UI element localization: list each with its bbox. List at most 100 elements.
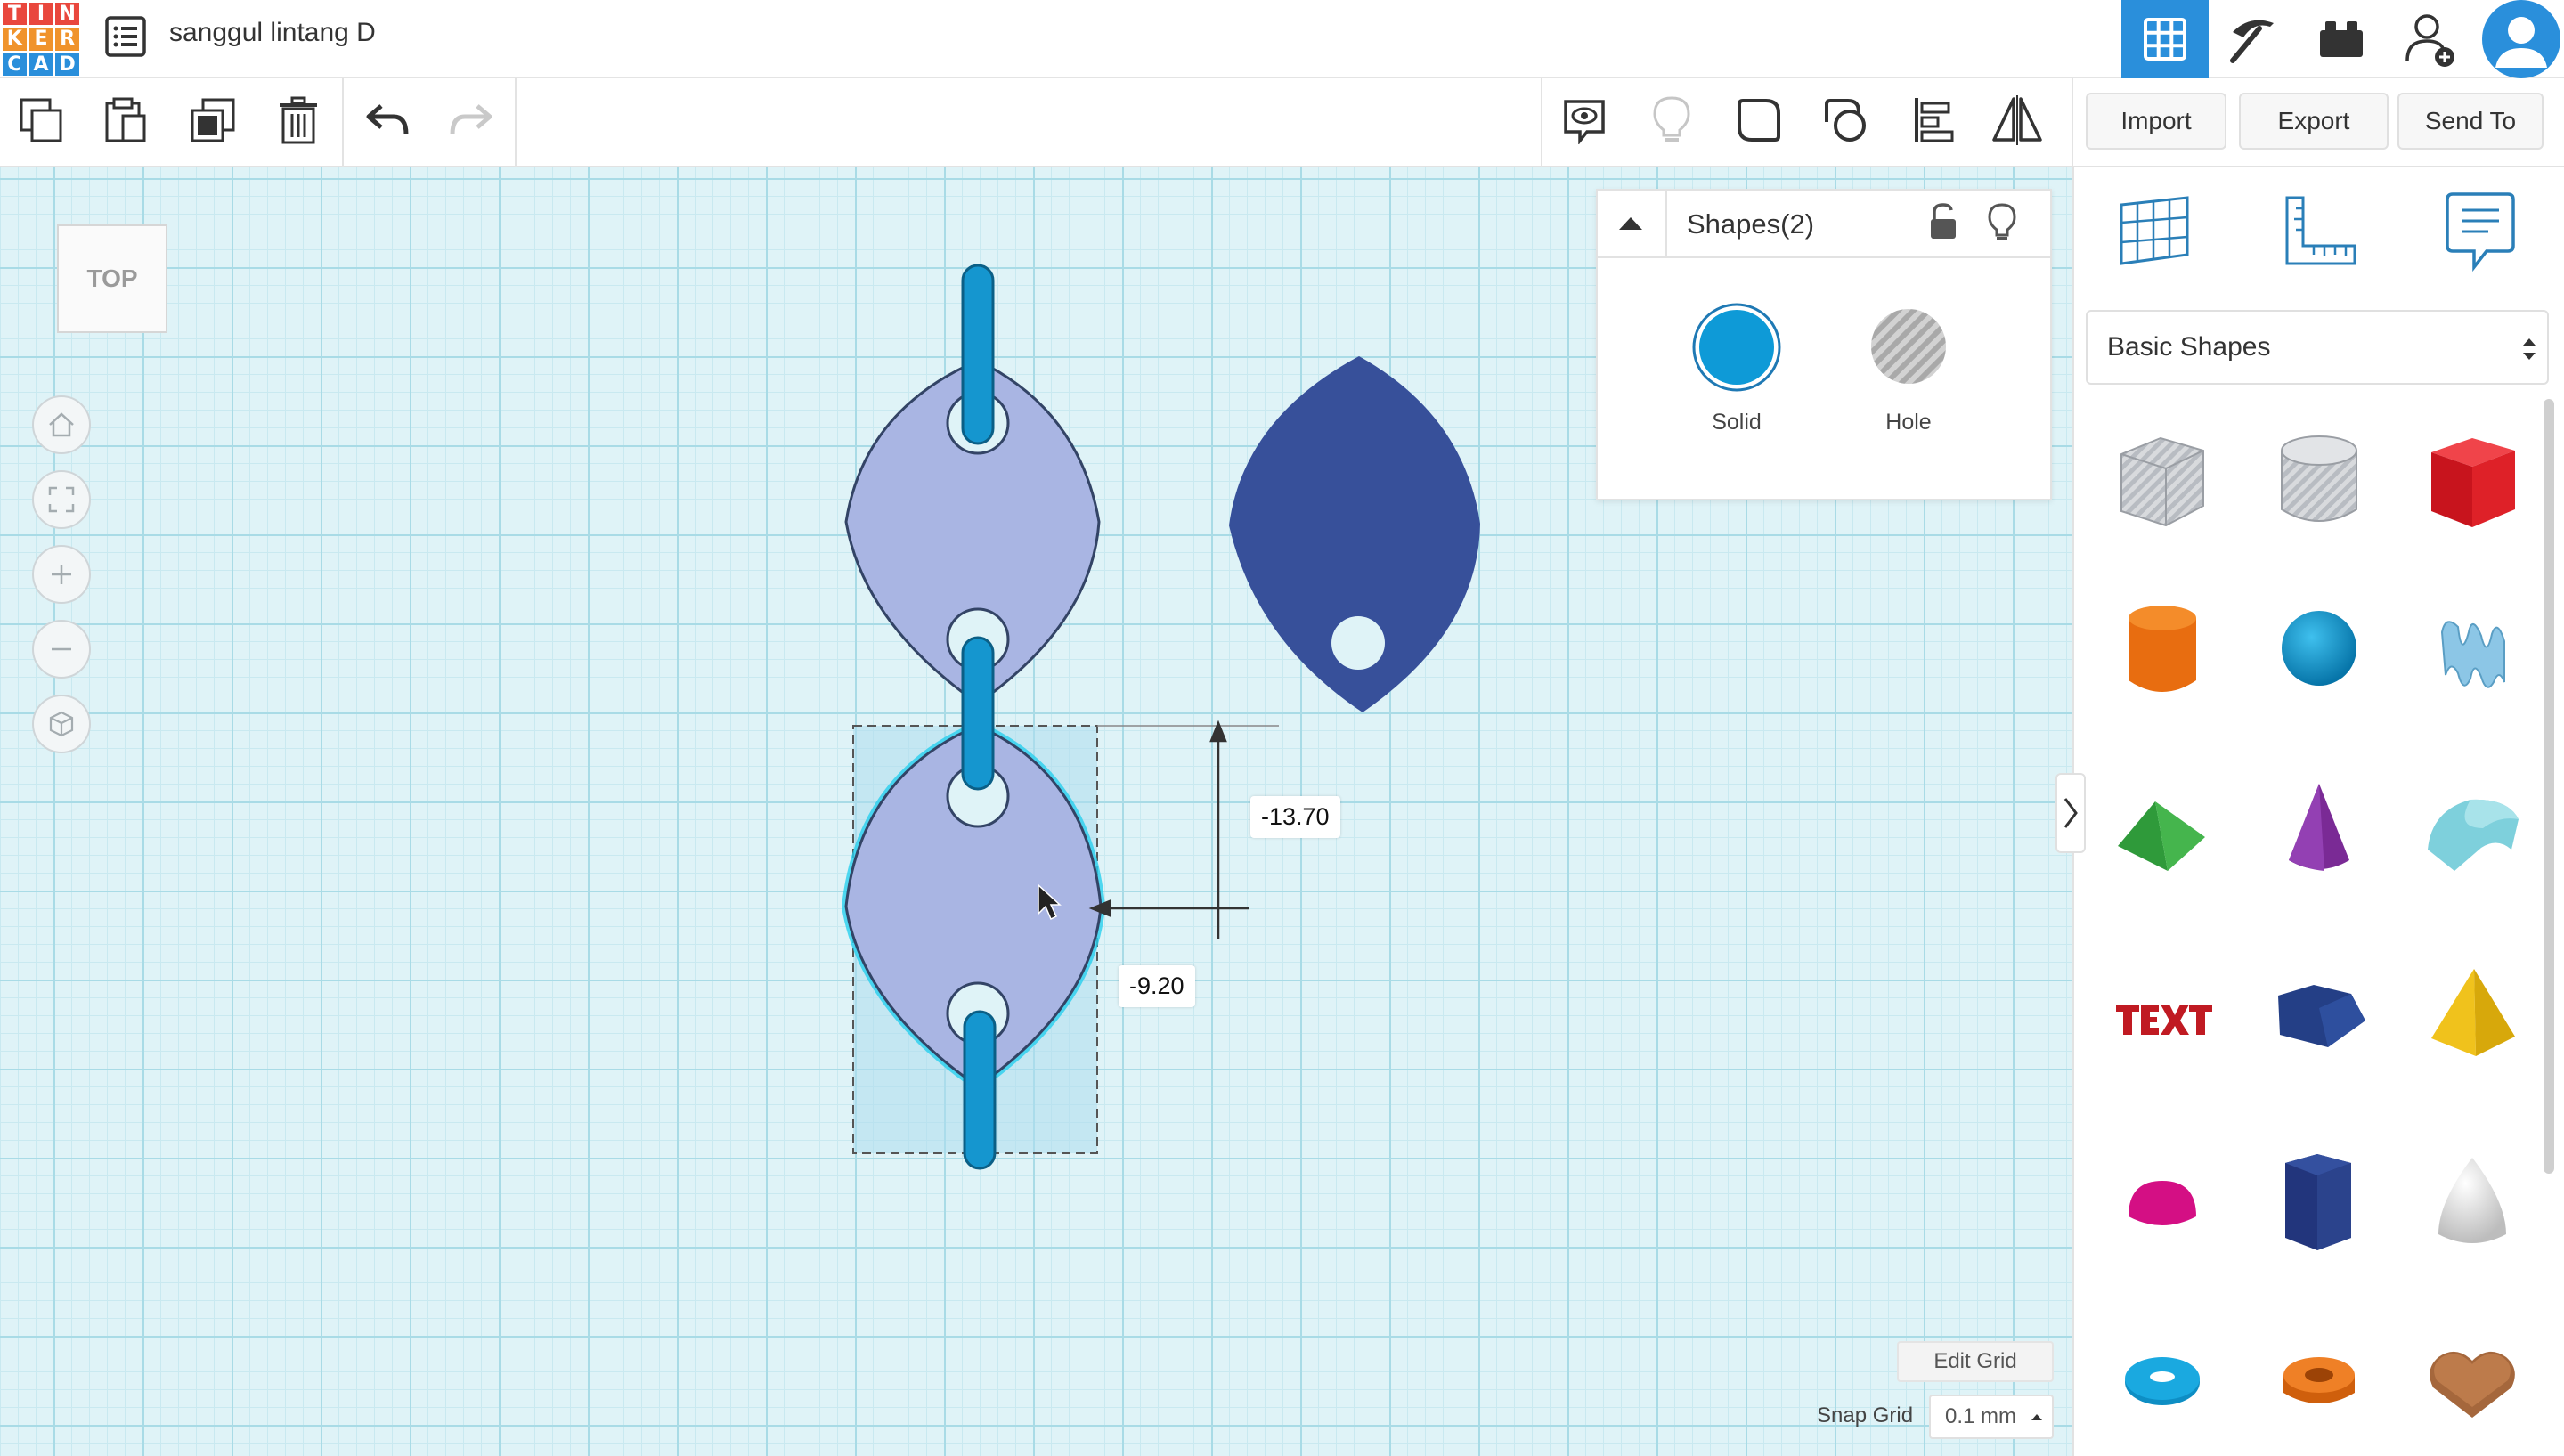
duplicate-button[interactable] (185, 93, 240, 148)
shape-box-hole[interactable] (2100, 419, 2225, 543)
zoom-in-button[interactable] (32, 545, 91, 604)
group-button[interactable] (1731, 93, 1787, 148)
shape-torus[interactable] (2100, 1316, 2225, 1441)
shape-roof[interactable] (2100, 766, 2225, 891)
shape-cylinder-hole[interactable] (2257, 419, 2381, 543)
inspector-title: Shapes(2) (1687, 208, 1815, 240)
shape-text[interactable] (2100, 949, 2225, 1074)
ruler-icon (2285, 196, 2356, 265)
note-button[interactable] (1557, 93, 1612, 148)
mirror-button[interactable] (1990, 93, 2045, 148)
document-title[interactable]: sanggul lintang D (169, 18, 376, 48)
shape-link-bottom[interactable] (963, 1010, 997, 1170)
solid-label[interactable]: Solid (1683, 410, 1790, 435)
dimension-horizontal-label[interactable]: -9.20 (1119, 965, 1195, 1007)
cone-icon (2289, 784, 2349, 871)
redo-button[interactable] (444, 93, 499, 148)
toolbar-separator (515, 78, 517, 167)
shape-tube[interactable] (2257, 1316, 2381, 1441)
logo-letter: A (28, 53, 53, 76)
avatar-button[interactable] (2478, 0, 2564, 78)
doc-list-button[interactable] (103, 14, 148, 59)
tinker-button[interactable] (2209, 0, 2296, 78)
grid-view-icon (2144, 18, 2186, 61)
shape-pyramid[interactable] (2410, 949, 2535, 1074)
box-icon (2431, 438, 2515, 527)
cylinder-hole-icon (2281, 435, 2357, 522)
shape-wedge[interactable] (2257, 949, 2381, 1074)
view-cube[interactable]: TOP (57, 224, 167, 333)
wedge-icon (2278, 985, 2365, 1047)
undo-button[interactable] (360, 93, 415, 148)
light-bulb-button[interactable] (1644, 93, 1699, 148)
panel-toggle-button[interactable] (2055, 773, 2086, 853)
shape-category-select[interactable]: Basic Shapes (2086, 310, 2549, 385)
edit-grid-button[interactable]: Edit Grid (1897, 1341, 2054, 1382)
shape-round-roof[interactable] (2410, 766, 2535, 891)
unlock-icon (1931, 203, 1956, 239)
home-view-icon (49, 412, 74, 437)
tinkercad-logo[interactable]: T I N K E R C A D (3, 3, 79, 76)
ruler-tool-button[interactable] (2280, 191, 2360, 271)
shape-cylinder[interactable] (2100, 588, 2225, 712)
zoom-out-button[interactable] (32, 620, 91, 679)
chevron-up-icon (1619, 217, 1642, 230)
home-view-button[interactable] (32, 395, 91, 454)
logo-letter: D (55, 53, 79, 76)
hole-label[interactable]: Hole (1855, 410, 1962, 435)
workplane-tool-button[interactable] (2114, 191, 2194, 271)
select-arrows-icon (2523, 338, 2536, 360)
duplicate-icon (191, 98, 235, 142)
copy-button[interactable] (14, 93, 69, 148)
bricks-button[interactable] (2298, 0, 2385, 78)
grid-view-button[interactable] (2121, 0, 2209, 78)
send-to-button[interactable]: Send To (2397, 93, 2544, 150)
shape-heart[interactable] (2410, 1316, 2535, 1441)
solid-color-icon (1692, 303, 1781, 392)
delete-icon (280, 96, 317, 144)
group-icon (1738, 99, 1780, 142)
logo-letter: K (3, 28, 27, 51)
add-user-button[interactable] (2387, 0, 2474, 78)
torus-icon (2125, 1357, 2200, 1405)
zoom-in-icon (52, 565, 71, 584)
text-shape-icon (2116, 1005, 2212, 1035)
shape-paraboloid[interactable] (2410, 1140, 2535, 1265)
logo-letter: C (3, 53, 27, 76)
hole-swatch[interactable] (1868, 306, 1949, 386)
shape-link-middle[interactable] (961, 636, 995, 791)
align-button[interactable] (1906, 93, 1961, 148)
note-icon (1564, 100, 1605, 144)
snap-grid-select[interactable]: 0.1 mm (1929, 1395, 2054, 1439)
shape-sphere[interactable] (2257, 588, 2381, 712)
lock-button[interactable] (1925, 201, 1961, 242)
export-button[interactable]: Export (2239, 93, 2389, 150)
shape-polygon[interactable] (2257, 1140, 2381, 1265)
shape-leaf-dark[interactable] (1229, 356, 1480, 712)
chevron-right-icon (2063, 798, 2078, 828)
workplane-icon (2120, 196, 2189, 265)
ungroup-button[interactable] (1819, 93, 1874, 148)
fit-view-button[interactable] (32, 470, 91, 529)
mirror-icon (1992, 95, 2042, 145)
delete-button[interactable] (271, 93, 326, 148)
shape-cone[interactable] (2257, 766, 2381, 891)
perspective-button[interactable] (32, 695, 91, 753)
shape-box[interactable] (2410, 419, 2535, 543)
inspector-collapse-button[interactable] (1596, 189, 1667, 256)
dimension-vertical-label[interactable]: -13.70 (1250, 796, 1340, 838)
visibility-button[interactable] (1984, 201, 2020, 244)
shape-link-top[interactable] (961, 264, 995, 445)
shape-scribble[interactable] (2410, 588, 2535, 712)
paste-button[interactable] (98, 93, 153, 148)
notes-tool-button[interactable] (2440, 189, 2520, 274)
logo-letter: T (3, 3, 27, 26)
inspector-divider (1596, 256, 2052, 258)
panel-scrollbar[interactable] (2544, 399, 2554, 1174)
toolbar-separator (2072, 78, 2073, 167)
shape-half-sphere[interactable] (2100, 1140, 2225, 1265)
round-roof-icon (2428, 799, 2519, 871)
cylinder-icon (2129, 606, 2196, 692)
solid-swatch[interactable] (1692, 303, 1781, 392)
import-button[interactable]: Import (2086, 93, 2226, 150)
